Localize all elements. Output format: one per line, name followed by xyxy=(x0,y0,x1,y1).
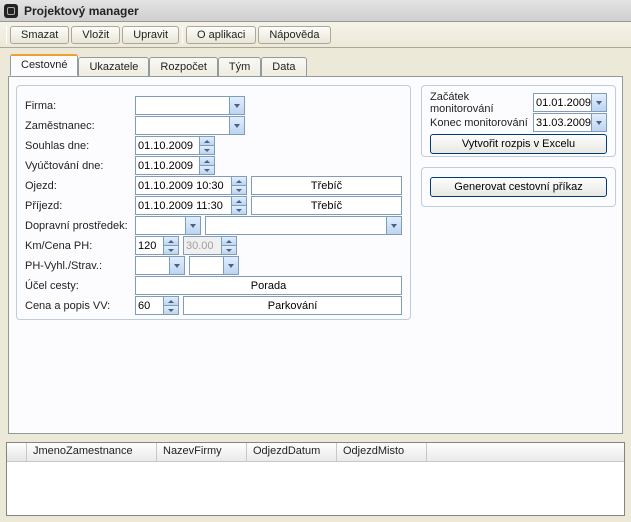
dropdown-icon[interactable] xyxy=(591,114,606,131)
spin-buttons[interactable] xyxy=(231,177,246,194)
tabpanel-cestovne: Firma: Zaměstnanec: Souhlas dne: 01.10.2… xyxy=(8,76,623,434)
grid-col-jmeno[interactable]: JmenoZamestnance xyxy=(27,443,157,461)
grid-col-odjezd-misto[interactable]: OdjezdMisto xyxy=(337,443,427,461)
monitoring-end-label: Konec monitorování xyxy=(430,117,529,129)
generate-group: Generovat cestovní příkaz xyxy=(421,167,616,207)
grid-col-odjezd-datum[interactable]: OdjezdDatum xyxy=(247,443,337,461)
menu-smazat[interactable]: Smazat xyxy=(10,26,69,44)
monitoring-start-label: Začátek monitorování xyxy=(430,91,529,115)
cenavv-label: Cena a popis VV: xyxy=(25,300,135,312)
tab-rozpocet[interactable]: Rozpočet xyxy=(149,57,217,76)
ucel-label: Účel cesty: xyxy=(25,280,135,292)
dropdown-icon[interactable] xyxy=(223,257,238,274)
menu-vlozit[interactable]: Vložit xyxy=(71,26,120,44)
prijezd-datetime[interactable]: 01.10.2009 11:30 xyxy=(135,196,247,215)
firma-label: Firma: xyxy=(25,100,135,112)
grid-corner[interactable] xyxy=(7,443,27,461)
monitoring-start-value: 01.01.2009 xyxy=(536,97,591,109)
doprava-label: Dopravní prostředek: xyxy=(25,220,135,232)
spin-buttons[interactable] xyxy=(163,237,178,254)
ojezd-place-value: Třebíč xyxy=(254,180,399,192)
cenavv-spin[interactable]: 60 xyxy=(135,296,179,315)
monitoring-group: Začátek monitorování 01.01.2009 Konec mo… xyxy=(421,85,616,157)
menu-o-aplikaci[interactable]: O aplikaci xyxy=(186,26,256,44)
vyuctovani-date[interactable]: 01.10.2009 xyxy=(135,156,215,175)
tab-data[interactable]: Data xyxy=(261,57,306,76)
titlebar: Projektový manager xyxy=(0,0,631,22)
zamestnanec-label: Zaměstnanec: xyxy=(25,120,135,132)
separator xyxy=(182,26,183,44)
cena-ph-spin[interactable]: 30.00 xyxy=(183,236,237,255)
doprava-detail-combo[interactable] xyxy=(205,216,402,235)
menu-upravit[interactable]: Upravit xyxy=(122,26,179,44)
create-excel-button[interactable]: Vytvořit rozpis v Excelu xyxy=(430,134,607,154)
menubar: Smazat Vložit Upravit O aplikaci Nápověd… xyxy=(0,22,631,48)
spin-buttons[interactable] xyxy=(231,197,246,214)
souhlas-label: Souhlas dne: xyxy=(25,140,135,152)
menu-napoveda[interactable]: Nápověda xyxy=(258,26,330,44)
grid-header: JmenoZamestnance NazevFirmy OdjezdDatum … xyxy=(7,443,624,462)
km-spin[interactable]: 120 xyxy=(135,236,179,255)
phvyhl-combo[interactable] xyxy=(135,256,185,275)
dropdown-icon[interactable] xyxy=(169,257,184,274)
grid-body[interactable] xyxy=(7,462,624,515)
dropdown-icon[interactable] xyxy=(386,217,401,234)
km-label: Km/Cena PH: xyxy=(25,240,135,252)
tab-tym[interactable]: Tým xyxy=(218,57,261,76)
generate-order-button[interactable]: Generovat cestovní příkaz xyxy=(430,177,607,197)
ojezd-label: Ojezd: xyxy=(25,180,135,192)
ucel-value: Porada xyxy=(138,280,399,292)
prijezd-value: 01.10.2009 11:30 xyxy=(138,200,244,212)
dropdown-icon[interactable] xyxy=(229,97,244,114)
grid-col-firma[interactable]: NazevFirmy xyxy=(157,443,247,461)
tab-cestovne[interactable]: Cestovné xyxy=(10,54,78,76)
doprava-combo[interactable] xyxy=(135,216,201,235)
ojezd-place-input[interactable]: Třebíč xyxy=(251,176,402,195)
app-icon xyxy=(4,4,18,18)
data-grid[interactable]: JmenoZamestnance NazevFirmy OdjezdDatum … xyxy=(6,442,625,516)
ucel-input[interactable]: Porada xyxy=(135,276,402,295)
popisvv-input[interactable]: Parkování xyxy=(183,296,402,315)
form-group: Firma: Zaměstnanec: Souhlas dne: 01.10.2… xyxy=(16,85,411,320)
monitoring-end-value: 31.03.2009 xyxy=(536,117,591,129)
dropdown-icon[interactable] xyxy=(229,117,244,134)
spin-buttons[interactable] xyxy=(163,297,178,314)
prijezd-place-input[interactable]: Třebíč xyxy=(251,196,402,215)
prijezd-place-value: Třebíč xyxy=(254,200,399,212)
popisvv-value: Parkování xyxy=(186,300,399,312)
prijezd-label: Příjezd: xyxy=(25,200,135,212)
separator xyxy=(6,26,7,44)
vyuctovani-label: Vyúčtování dne: xyxy=(25,160,135,172)
spin-buttons[interactable] xyxy=(199,157,214,174)
zamestnanec-combo[interactable] xyxy=(135,116,245,135)
monitoring-start-date[interactable]: 01.01.2009 xyxy=(533,93,607,112)
monitoring-end-date[interactable]: 31.03.2009 xyxy=(533,113,607,132)
dropdown-icon[interactable] xyxy=(591,94,606,111)
ojezd-value: 01.10.2009 10:30 xyxy=(138,180,244,192)
tab-ukazatele[interactable]: Ukazatele xyxy=(78,57,149,76)
ojezd-datetime[interactable]: 01.10.2009 10:30 xyxy=(135,176,247,195)
spin-buttons[interactable] xyxy=(199,137,214,154)
window-title: Projektový manager xyxy=(24,4,139,18)
dropdown-icon[interactable] xyxy=(185,217,200,234)
tabstrip: Cestovné Ukazatele Rozpočet Tým Data xyxy=(0,48,631,75)
strav-combo[interactable] xyxy=(189,256,239,275)
phvyhl-label: PH-Vyhl./Strav.: xyxy=(25,260,135,272)
firma-combo[interactable] xyxy=(135,96,245,115)
souhlas-date[interactable]: 01.10.2009 xyxy=(135,136,215,155)
spin-buttons[interactable] xyxy=(221,237,236,254)
